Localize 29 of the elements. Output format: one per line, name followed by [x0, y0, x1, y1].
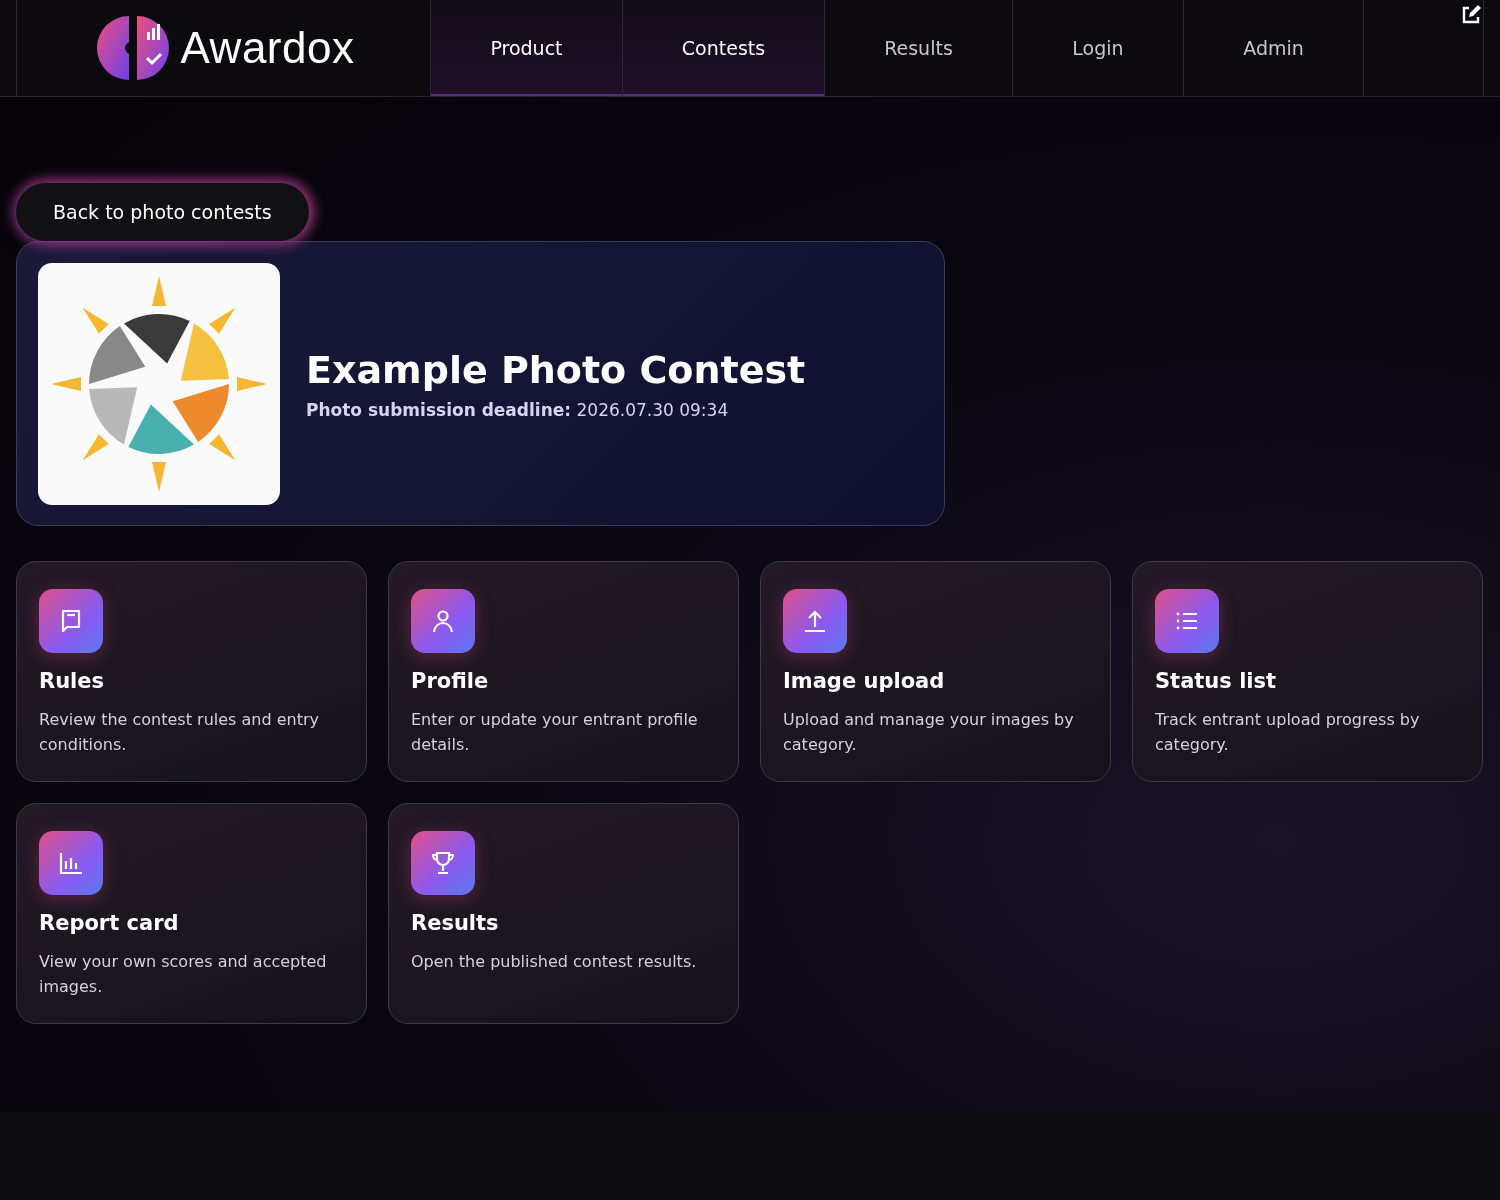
menu-card[interactable]: Profile Enter or update your entrant profile details.: [388, 561, 739, 782]
nav-link[interactable]: Login: [1013, 0, 1184, 96]
nav-link[interactable]: Product: [431, 0, 623, 96]
card-description: Upload and manage your images by category.: [783, 709, 1075, 756]
card-title: Rules: [39, 669, 106, 693]
nav-link[interactable]: Contests: [623, 0, 825, 96]
card-description: Track entrant upload progress by category.: [1155, 709, 1421, 756]
menu-card[interactable]: Rules Review the contest rules and entry conditions.: [16, 561, 367, 782]
edit-icon[interactable]: [1460, 4, 1482, 26]
trophy-icon: [429, 849, 457, 877]
card-description: Review the contest rules and entry conditions.: [39, 709, 320, 756]
brand-name: Awardox: [180, 23, 355, 73]
menu-card[interactable]: Report card View your own scores and accepted images.: [16, 803, 367, 1024]
nav-link[interactable]: Admin: [1184, 0, 1364, 96]
card-title: Results: [411, 911, 500, 935]
card-title: Status list: [1155, 669, 1278, 693]
menu-card[interactable]: Image upload Upload and manage your images by category.: [760, 561, 1111, 782]
card-title: Image upload: [783, 669, 946, 693]
card-title: Report card: [39, 911, 180, 935]
menu-card[interactable]: Results Open the published contest results.: [388, 803, 739, 1024]
deadline-text: Photo submission deadline: 2026.07.30 09:34: [306, 399, 730, 420]
menu-card[interactable]: Status list Track entrant upload progress by category.: [1132, 561, 1483, 782]
card-description: Open the published contest results.: [411, 951, 698, 973]
nav-link[interactable]: Results: [825, 0, 1013, 96]
card-title: Profile: [411, 669, 490, 693]
card-description: View your own scores and accepted images.: [39, 951, 328, 998]
card-description: Enter or update your entrant profile details.: [411, 709, 699, 756]
contest-title: Example Photo Contest: [306, 347, 806, 392]
back-button[interactable]: Back to photo contests: [16, 183, 309, 241]
